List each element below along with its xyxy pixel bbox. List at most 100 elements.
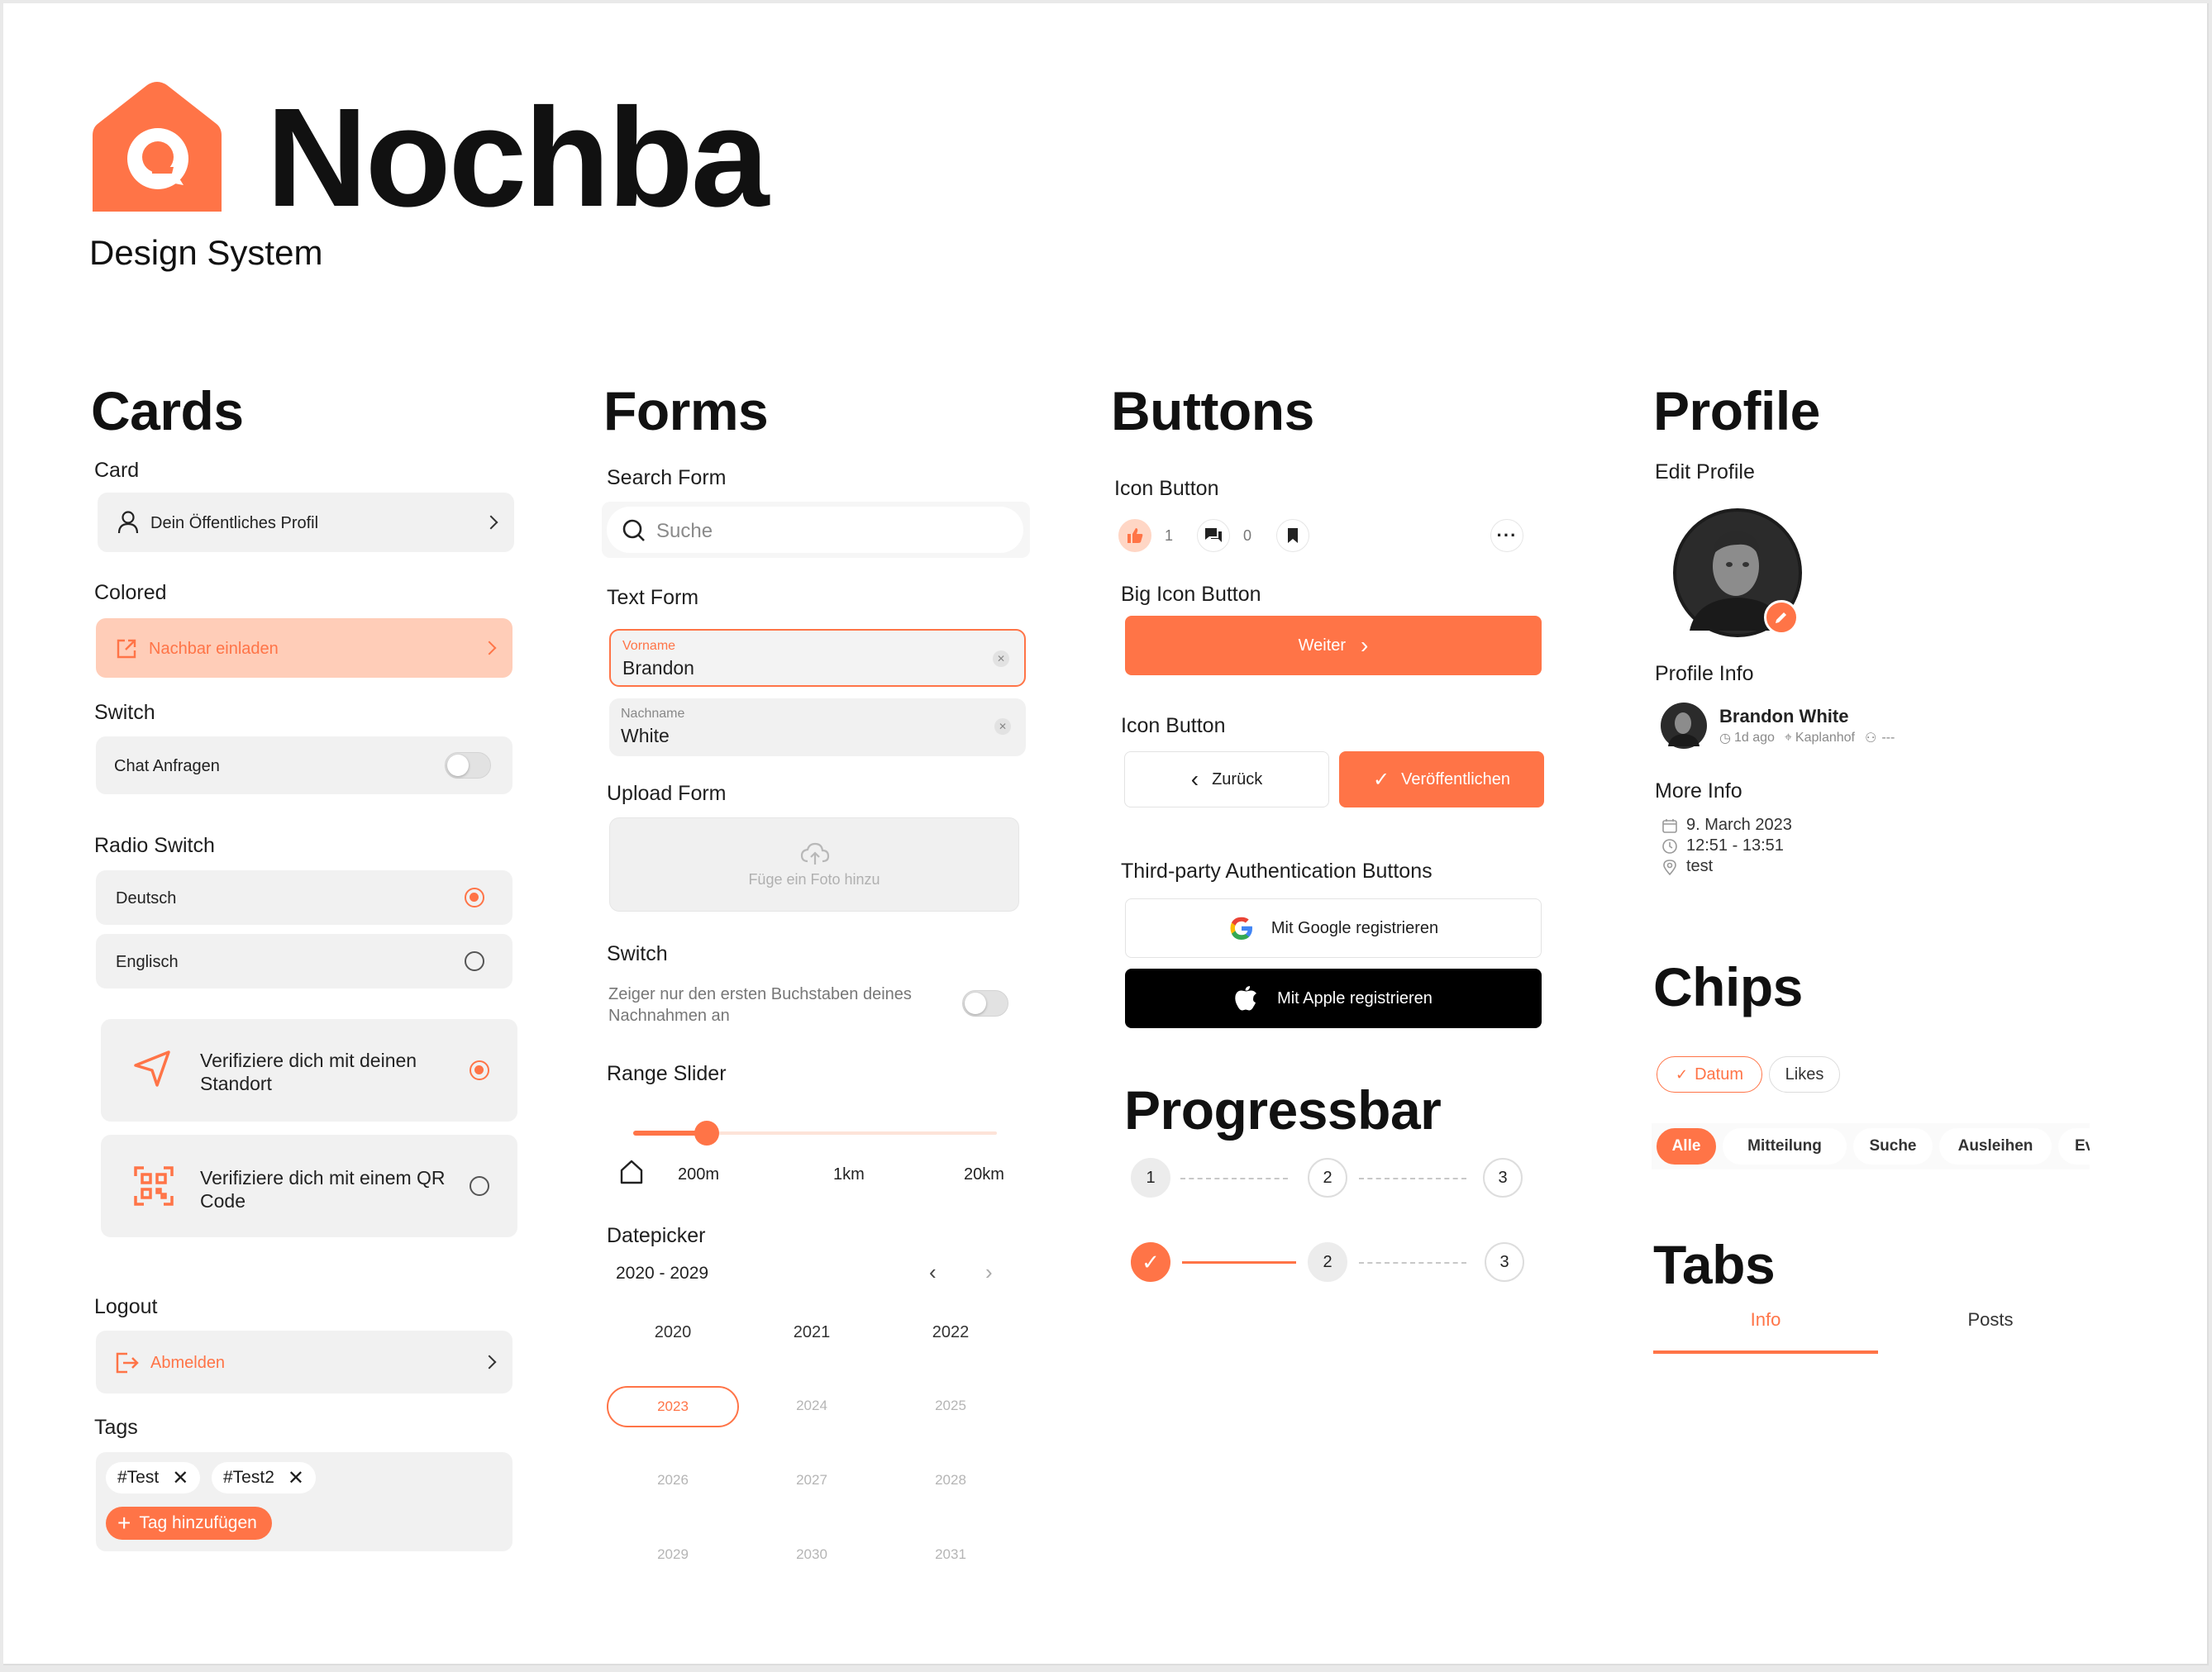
back-button[interactable]: ‹ Zurück	[1124, 751, 1329, 807]
back-label: Zurück	[1212, 769, 1263, 788]
radio-option-deutsch[interactable]: Deutsch	[96, 870, 512, 925]
tab-posts[interactable]: Posts	[1878, 1309, 2103, 1354]
big-icon-button-label: Big Icon Button	[1121, 583, 1261, 606]
bookmark-button[interactable]	[1276, 519, 1309, 552]
year-option[interactable]: 2023	[607, 1386, 739, 1427]
close-icon[interactable]: ✕	[288, 1466, 304, 1490]
year-option[interactable]: 2025	[884, 1398, 1017, 1414]
add-tag-button[interactable]: + Tag hinzufügen	[106, 1507, 272, 1540]
profile-location: Kaplanhof	[1795, 731, 1855, 745]
year-option[interactable]: 2029	[607, 1546, 739, 1563]
last-name-field-value: White	[621, 725, 670, 746]
profile-time: 1d ago	[1733, 731, 1775, 745]
apple-signup-button[interactable]: Mit Apple registrieren	[1125, 969, 1542, 1028]
tags-label: Tags	[94, 1416, 138, 1439]
progress-step: 2	[1308, 1158, 1347, 1198]
chip-suche[interactable]: Suche	[1853, 1128, 1933, 1165]
weiter-button[interactable]: Weiter ›	[1125, 616, 1542, 675]
invite-neighbor-card[interactable]: Nachbar einladen	[96, 618, 512, 678]
chat-requests-toggle[interactable]	[445, 752, 491, 779]
first-name-field[interactable]: Vorname Brandon ✕	[609, 629, 1026, 687]
icon-button-label-2: Icon Button	[1121, 714, 1226, 737]
year-option[interactable]: 2027	[746, 1472, 878, 1489]
avatar-small[interactable]	[1660, 702, 1708, 750]
radio-unselected-icon[interactable]	[470, 1176, 489, 1196]
radio-selected-icon[interactable]	[465, 888, 484, 907]
icon-button-label: Icon Button	[1114, 477, 1219, 500]
chip-scroll-row[interactable]: Alle Mitteilung Suche Ausleihen Even	[1652, 1123, 2090, 1169]
check-icon: ✓	[1676, 1065, 1689, 1083]
chip-label: Mitteilung	[1747, 1137, 1822, 1155]
verify-location-card[interactable]: Verifiziere dich mit deinen Standort	[101, 1019, 517, 1122]
year-option[interactable]: 2021	[746, 1323, 878, 1342]
location-pin-icon	[1663, 859, 1676, 875]
location-arrow-icon	[134, 1050, 170, 1087]
progress-connector-complete	[1182, 1261, 1296, 1264]
photo-upload-area[interactable]: Füge ein Foto hinzu	[609, 817, 1019, 912]
chat-requests-card: Chat Anfragen	[96, 736, 512, 794]
first-name-field-value: Brandon	[622, 657, 694, 679]
year-option[interactable]: 2020	[607, 1323, 739, 1342]
forms-heading: Forms	[603, 380, 769, 441]
year-option[interactable]: 2022	[884, 1323, 1017, 1342]
initials-toggle[interactable]	[962, 990, 1008, 1017]
tag-chip[interactable]: #Test2 ✕	[212, 1462, 316, 1493]
clock-icon: ◷	[1719, 731, 1731, 745]
search-input[interactable]: Suche	[607, 507, 1023, 553]
chevron-right-icon[interactable]: ›	[985, 1260, 993, 1285]
publish-button[interactable]: ✓ Veröffentlichen	[1339, 751, 1544, 807]
range-slider-thumb[interactable]	[694, 1121, 719, 1146]
datepicker-range: 2020 - 2029	[616, 1264, 709, 1283]
chevron-left-icon[interactable]: ‹	[929, 1260, 937, 1285]
like-button[interactable]	[1118, 519, 1151, 552]
tab-info[interactable]: Info	[1653, 1309, 1878, 1354]
chip-events[interactable]: Even	[2058, 1128, 2090, 1165]
chip-likes[interactable]: Likes	[1769, 1056, 1840, 1093]
last-name-field[interactable]: Nachname White ✕	[609, 698, 1026, 756]
event-date: 9. March 2023	[1686, 816, 1792, 834]
initials-switch-text: Zeiger nur den ersten Buchstaben deines …	[608, 985, 912, 1025]
upload-form-label: Upload Form	[607, 782, 727, 805]
profile-card[interactable]: Dein Öffentliches Profil	[98, 493, 514, 552]
edit-avatar-button[interactable]	[1764, 600, 1799, 635]
year-option[interactable]: 2030	[746, 1546, 878, 1563]
clear-icon[interactable]: ✕	[994, 718, 1011, 735]
weiter-label: Weiter	[1298, 636, 1347, 655]
brand-name: Nochba	[266, 79, 769, 236]
radio-option-englisch[interactable]: Englisch	[96, 934, 512, 988]
year-option[interactable]: 2026	[607, 1472, 739, 1489]
switch-label: Switch	[94, 701, 155, 724]
chip-datum[interactable]: ✓ Datum	[1657, 1056, 1762, 1093]
logout-label: Logout	[94, 1295, 158, 1318]
comment-button[interactable]	[1197, 519, 1230, 552]
year-option[interactable]: 2024	[746, 1398, 878, 1414]
logout-card[interactable]: Abmelden	[96, 1331, 512, 1393]
apple-signup-label: Mit Apple registrieren	[1277, 988, 1433, 1007]
tag-chip[interactable]: #Test ✕	[106, 1462, 201, 1493]
event-place: test	[1686, 857, 1714, 875]
clear-icon[interactable]: ✕	[993, 650, 1009, 667]
close-icon[interactable]: ✕	[172, 1466, 188, 1490]
radio-unselected-icon[interactable]	[465, 951, 484, 971]
year-option[interactable]: 2028	[884, 1472, 1017, 1489]
more-options-button[interactable]: ···	[1490, 519, 1523, 552]
tab-label: Posts	[1967, 1309, 2014, 1330]
publish-label: Veröffentlichen	[1401, 769, 1511, 788]
user-icon	[117, 511, 139, 534]
chip-mitteilung[interactable]: Mitteilung	[1723, 1128, 1847, 1165]
logout-icon	[116, 1352, 139, 1374]
upload-hint: Füge ein Foto hinzu	[748, 871, 880, 888]
google-signup-button[interactable]: Mit Google registrieren	[1125, 898, 1542, 958]
radio-selected-icon[interactable]	[470, 1060, 489, 1080]
chip-alle[interactable]: Alle	[1657, 1128, 1716, 1165]
bookmark-icon	[1288, 528, 1298, 543]
verify-qr-card[interactable]: Verifiziere dich mit einem QR Code	[101, 1135, 517, 1237]
search-placeholder: Suche	[656, 520, 713, 542]
profile-name: Brandon White	[1719, 706, 1849, 726]
year-option[interactable]: 2031	[884, 1546, 1017, 1563]
tab-label: Info	[1750, 1309, 1781, 1330]
chip-ausleihen[interactable]: Ausleihen	[1939, 1128, 2052, 1165]
radio-option-label: Englisch	[116, 953, 179, 971]
tabs-heading: Tabs	[1653, 1234, 1776, 1295]
chips-heading: Chips	[1653, 956, 1803, 1017]
